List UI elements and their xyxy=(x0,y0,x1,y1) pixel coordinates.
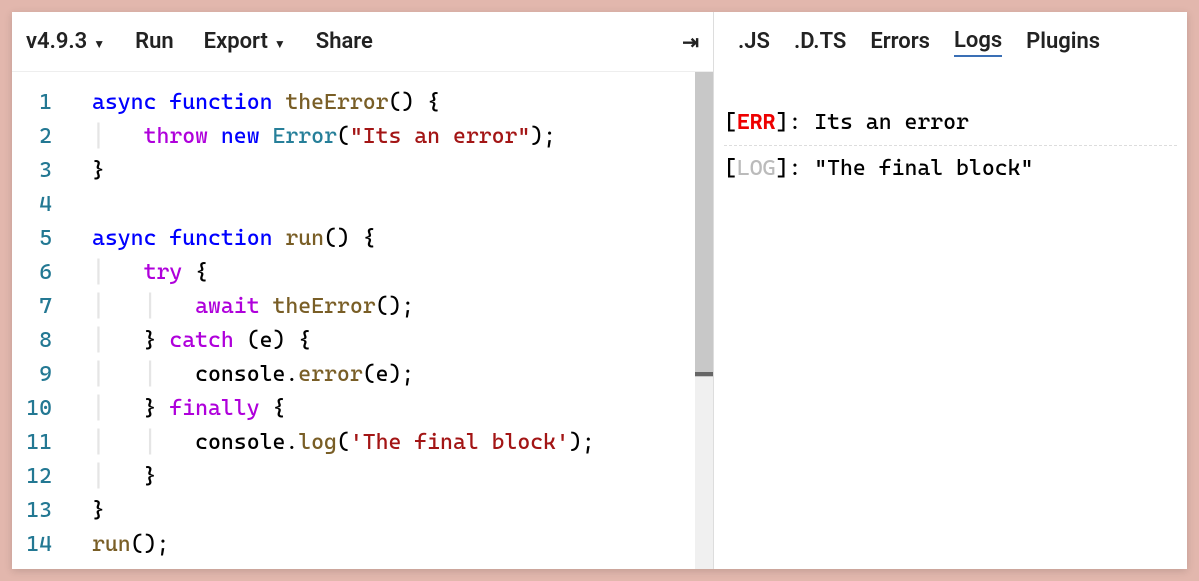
share-button[interactable]: Share xyxy=(316,29,373,54)
collapse-right-icon[interactable]: ⇥ xyxy=(682,30,699,54)
line-number: 5 xyxy=(12,222,74,256)
app-frame: v4.9.3 ▼ Run Export ▼ Share ⇥ 1234567891… xyxy=(12,12,1187,569)
editor-pane: v4.9.3 ▼ Run Export ▼ Share ⇥ 1234567891… xyxy=(12,12,714,569)
line-number: 9 xyxy=(12,358,74,392)
export-button[interactable]: Export ▼ xyxy=(204,29,286,54)
line-number: 1 xyxy=(12,86,74,120)
line-number: 3 xyxy=(12,154,74,188)
line-number: 12 xyxy=(12,460,74,494)
version-label: v4.9.3 xyxy=(26,29,87,54)
output-tabs: .JS .D.TS Errors Logs Plugins xyxy=(714,12,1187,72)
line-number: 6 xyxy=(12,256,74,290)
output-pane: .JS .D.TS Errors Logs Plugins [ERR]: Its… xyxy=(714,12,1187,569)
tab-plugins[interactable]: Plugins xyxy=(1026,29,1100,56)
scrollbar-marker xyxy=(695,372,713,376)
logs-panel: [ERR]: Its an error[LOG]: "The final blo… xyxy=(714,72,1187,569)
code-content[interactable]: async function theError() { │ throw new … xyxy=(74,72,713,569)
editor-toolbar: v4.9.3 ▼ Run Export ▼ Share ⇥ xyxy=(12,12,713,72)
tab-dts[interactable]: .D.TS xyxy=(794,29,846,56)
tab-logs[interactable]: Logs xyxy=(954,28,1002,57)
line-number: 13 xyxy=(12,494,74,528)
version-selector[interactable]: v4.9.3 ▼ xyxy=(26,29,105,54)
scrollbar-thumb[interactable] xyxy=(695,72,713,377)
log-message: Its an error xyxy=(814,110,969,135)
line-number: 11 xyxy=(12,426,74,460)
editor-scrollbar[interactable] xyxy=(695,72,713,569)
log-line: [LOG]: "The final block" xyxy=(724,146,1177,191)
log-level: LOG xyxy=(737,156,776,181)
tab-js[interactable]: .JS xyxy=(738,29,770,56)
line-number: 8 xyxy=(12,324,74,358)
run-button[interactable]: Run xyxy=(135,29,174,54)
line-number: 7 xyxy=(12,290,74,324)
line-number: 10 xyxy=(12,392,74,426)
line-number: 4 xyxy=(12,188,74,222)
line-number: 14 xyxy=(12,528,74,562)
code-editor[interactable]: 1234567891011121314 async function theEr… xyxy=(12,72,713,569)
line-number-gutter: 1234567891011121314 xyxy=(12,72,74,569)
log-message: "The final block" xyxy=(814,156,1033,181)
tab-errors[interactable]: Errors xyxy=(870,29,930,56)
log-line: [ERR]: Its an error xyxy=(724,100,1177,146)
caret-down-icon: ▼ xyxy=(274,37,286,51)
log-level: ERR xyxy=(737,110,776,135)
caret-down-icon: ▼ xyxy=(93,37,105,51)
line-number: 2 xyxy=(12,120,74,154)
export-label: Export xyxy=(204,29,268,54)
